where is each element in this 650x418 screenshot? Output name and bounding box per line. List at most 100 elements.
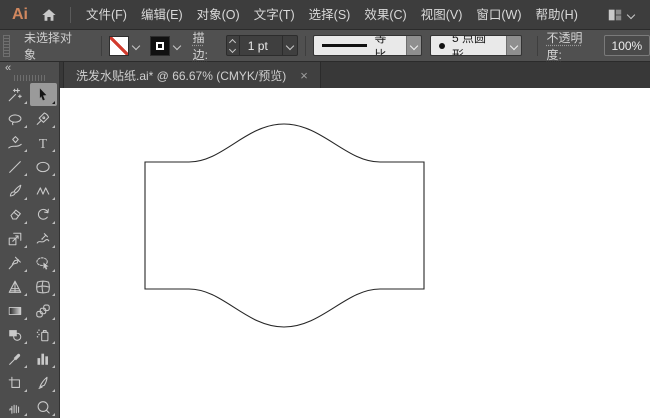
hand-tool[interactable] [2, 395, 29, 418]
sticker-shape-path[interactable] [144, 123, 425, 328]
document-tab-bar: 洗发水贴纸.ai* @ 66.67% (CMYK/预览) × [60, 62, 650, 88]
brush-dropdown[interactable] [505, 36, 521, 55]
pushpin-icon [8, 256, 21, 269]
chevron-down-icon [131, 41, 141, 50]
blend-tool[interactable] [30, 299, 57, 322]
menu-type[interactable]: 文字(T) [247, 0, 302, 30]
scale-tool[interactable] [2, 227, 29, 250]
magic-wand-tool[interactable] [2, 83, 29, 106]
selection-tool[interactable] [29, 83, 57, 106]
home-icon [42, 8, 56, 21]
magic-wand-icon [8, 87, 22, 101]
width-profile-dropdown[interactable] [406, 36, 422, 55]
control-bar: 未选择对象 描边: 1 pt 等比 5 点圆形 不透明度: 100% [0, 30, 650, 62]
shaper-icon [36, 186, 50, 195]
toolbar-grip[interactable] [0, 74, 59, 81]
stroke-profile-preview [321, 44, 368, 47]
workspace-switcher[interactable] [607, 7, 636, 23]
eraser-tool[interactable] [2, 203, 29, 226]
type-tool[interactable]: T [30, 131, 57, 154]
chevron-down-icon [626, 10, 636, 19]
slice-tool[interactable] [30, 371, 57, 394]
divider [100, 35, 102, 56]
puppet-warp-tool[interactable] [30, 227, 57, 250]
width-profile-select[interactable]: 等比 [312, 35, 423, 56]
menu-help[interactable]: 帮助(H) [529, 0, 585, 30]
type-icon: T [39, 135, 47, 150]
document-tab[interactable]: 洗发水贴纸.ai* @ 66.67% (CMYK/预览) × [63, 62, 321, 88]
artboard-icon [8, 376, 20, 388]
pin-tool[interactable] [2, 251, 29, 274]
artboard-tool[interactable] [2, 371, 29, 394]
fill-color-control[interactable] [108, 35, 144, 56]
ai-logo: Ai [12, 5, 28, 23]
document-tab-title: 洗发水贴纸.ai* @ 66.67% (CMYK/预览) [76, 68, 287, 83]
fill-none-swatch[interactable] [108, 35, 129, 56]
stroke-panel-link[interactable]: 描边: [193, 29, 220, 63]
shape-builder-tool[interactable] [2, 323, 29, 346]
stroke-color-control[interactable] [149, 35, 185, 56]
chevron-down-icon [509, 41, 518, 51]
rotate-tool[interactable] [30, 203, 57, 226]
menu-window[interactable]: 窗口(W) [469, 0, 528, 30]
workspace-icon [608, 9, 622, 20]
paintbrush-icon [9, 184, 22, 197]
lasso-icon [8, 113, 22, 125]
curvature-tool[interactable] [2, 131, 29, 154]
stroke-width-stepper[interactable] [227, 36, 240, 55]
paintbrush-tool[interactable] [2, 179, 29, 202]
live-paint-selection-icon [36, 256, 49, 270]
pen-tool[interactable] [30, 107, 57, 130]
live-paint-selection-tool[interactable] [30, 251, 57, 274]
eyedropper-tool[interactable] [2, 347, 29, 370]
stroke-width-input[interactable]: 1 pt [240, 36, 282, 55]
chevron-down-icon [172, 41, 182, 50]
canvas[interactable] [60, 88, 650, 418]
stroke-black-swatch[interactable] [149, 35, 170, 56]
lasso-tool[interactable] [2, 107, 29, 130]
symbol-sprayer-tool[interactable] [30, 323, 57, 346]
zoom-tool[interactable] [30, 395, 57, 418]
line-icon [9, 160, 21, 173]
menu-bar: Ai 文件(F) 编辑(E) 对象(O) 文字(T) 选择(S) 效果(C) 视… [0, 0, 650, 30]
home-button[interactable] [38, 4, 60, 26]
perspective-grid-icon [8, 280, 22, 293]
brush-select[interactable]: 5 点圆形 [430, 35, 522, 56]
scale-icon [8, 232, 22, 245]
stroke-dropdown-button[interactable] [170, 36, 185, 56]
eyedropper-icon [9, 353, 21, 365]
menu-select[interactable]: 选择(S) [302, 0, 358, 30]
menu-file[interactable]: 文件(F) [79, 0, 134, 30]
svg-text:T: T [39, 135, 47, 150]
menubar-divider [70, 6, 71, 23]
mesh-tool[interactable] [30, 275, 57, 298]
line-segment-tool[interactable] [2, 155, 29, 178]
ellipse-icon [36, 161, 50, 172]
puppet-warp-icon [36, 232, 50, 244]
chevron-down-icon [409, 41, 419, 51]
perspective-grid-tool[interactable] [2, 275, 29, 298]
stroke-width-control: 1 pt [225, 35, 298, 56]
shape-builder-icon [9, 329, 22, 341]
menu-effect[interactable]: 效果(C) [357, 0, 413, 30]
artboard-view [144, 123, 425, 328]
toolbar-collapse-button[interactable]: « [5, 62, 11, 74]
brush-preview-dot [439, 42, 446, 49]
tools-panel: « T [0, 62, 60, 418]
ellipse-tool[interactable] [30, 155, 57, 178]
fill-dropdown-button[interactable] [129, 36, 144, 56]
selection-arrow-icon [39, 87, 47, 100]
column-graph-tool[interactable] [30, 347, 57, 370]
opacity-input[interactable]: 100% [603, 35, 650, 56]
curvature-icon [8, 135, 22, 148]
slice-knife-icon [38, 376, 48, 389]
stroke-width-dropdown[interactable] [281, 36, 297, 56]
opacity-panel-link[interactable]: 不透明度: [547, 29, 598, 63]
gradient-tool[interactable] [2, 299, 29, 322]
menu-object[interactable]: 对象(O) [190, 0, 247, 30]
menu-edit[interactable]: 编辑(E) [134, 0, 190, 30]
controlbar-grip[interactable] [3, 34, 10, 57]
shaper-tool[interactable] [30, 179, 57, 202]
tab-close-button[interactable]: × [300, 69, 308, 82]
menu-view[interactable]: 视图(V) [414, 0, 470, 30]
